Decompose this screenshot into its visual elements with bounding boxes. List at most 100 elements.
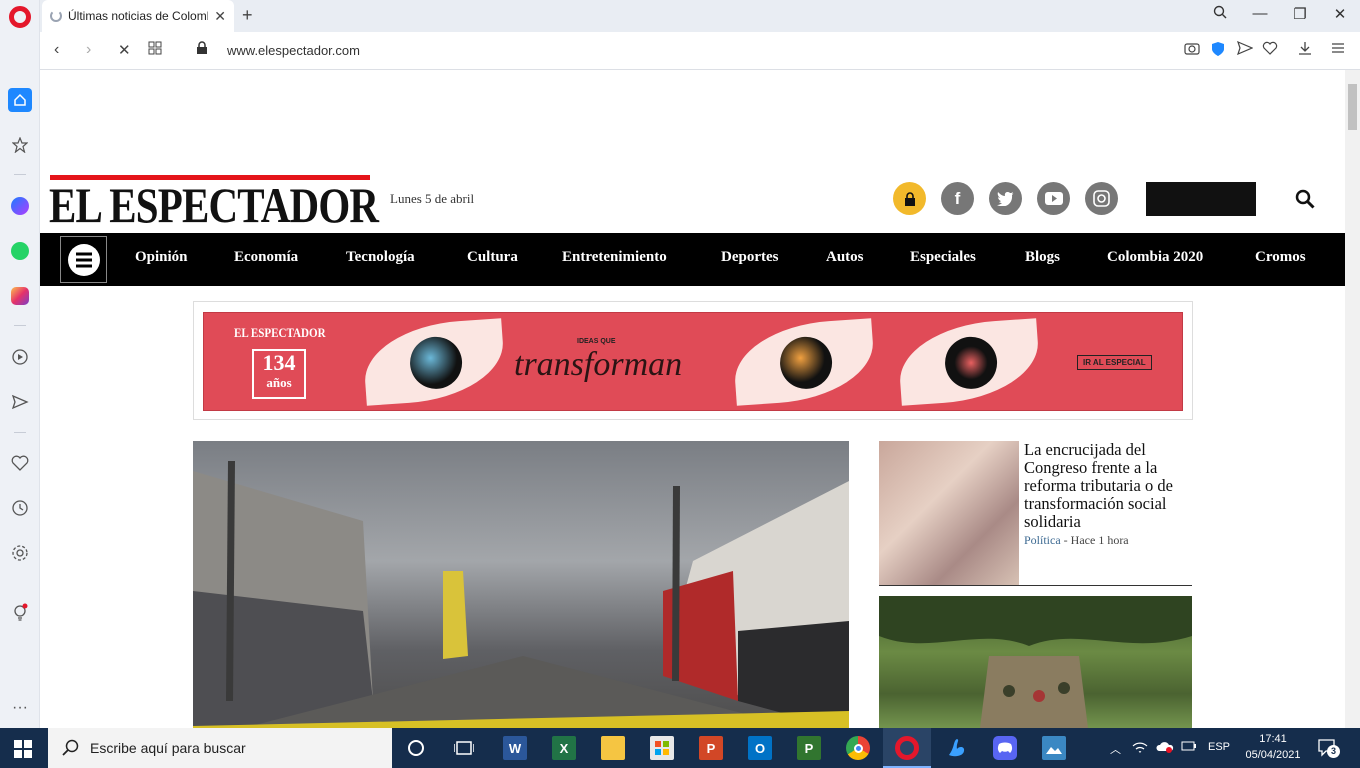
- tray-battery-icon[interactable]: [1181, 741, 1197, 754]
- whatsapp-icon[interactable]: [8, 239, 32, 263]
- more-icon[interactable]: ···: [8, 696, 32, 720]
- menu-item-cultura[interactable]: Cultura: [467, 249, 518, 266]
- login-button[interactable]: [1146, 182, 1256, 216]
- messenger-icon[interactable]: [8, 194, 32, 218]
- tray-chevron-icon[interactable]: ︿: [1110, 741, 1121, 757]
- url-field[interactable]: www.elespectador.com: [227, 43, 360, 58]
- hero-article-image[interactable]: [193, 441, 849, 728]
- notification-center-icon[interactable]: 3: [1318, 739, 1340, 762]
- maximize-button[interactable]: ❐: [1290, 5, 1310, 23]
- tab-search-icon[interactable]: [1210, 5, 1230, 23]
- project-icon[interactable]: P: [797, 736, 821, 760]
- history-icon[interactable]: [8, 496, 32, 520]
- loading-spinner-icon: [50, 10, 62, 22]
- download-icon[interactable]: [1298, 41, 1312, 59]
- twitter-icon[interactable]: [989, 182, 1022, 215]
- side-article-1-image[interactable]: [879, 441, 1019, 585]
- close-window-button[interactable]: ✕: [1330, 5, 1350, 23]
- settings-icon[interactable]: [8, 541, 32, 565]
- opera-logo-icon[interactable]: [9, 6, 31, 28]
- player-icon[interactable]: [8, 345, 32, 369]
- menu-item-entretenimiento[interactable]: Entretenimiento: [562, 249, 667, 266]
- notification-count: 3: [1327, 745, 1340, 758]
- youtube-icon[interactable]: [1037, 182, 1070, 215]
- home-icon[interactable]: [8, 88, 32, 112]
- microsoft-store-icon[interactable]: [650, 736, 674, 760]
- windows-start-icon[interactable]: [14, 740, 32, 763]
- ad-banner[interactable]: EL ESPECTADOR 134 años IDEAS QUE transfo…: [203, 312, 1183, 411]
- close-tab-button[interactable]: ✕: [214, 8, 226, 25]
- side-article-1[interactable]: La encrucijada del Congreso frente a la …: [879, 441, 1192, 586]
- swan-app-icon[interactable]: [944, 736, 968, 760]
- instagram-icon[interactable]: [1085, 182, 1118, 215]
- menu-item-especiales[interactable]: Especiales: [910, 249, 976, 266]
- menu-item-autos[interactable]: Autos: [826, 249, 864, 266]
- search-icon[interactable]: [1295, 189, 1315, 214]
- tray-onedrive-icon[interactable]: [1156, 741, 1174, 756]
- side-article-1-meta: Política - Hace 1 hora: [1024, 533, 1129, 548]
- send-flow-icon[interactable]: [1237, 40, 1254, 59]
- menu-item-tecnologia[interactable]: Tecnología: [346, 249, 415, 266]
- sidebar-separator: [14, 432, 26, 433]
- tray-language[interactable]: ESP: [1208, 741, 1230, 753]
- windows-taskbar: Escribe aquí para buscar W X P O P ︿ ESP…: [0, 728, 1360, 768]
- bookmarks-icon[interactable]: [8, 133, 32, 157]
- excel-icon[interactable]: X: [552, 736, 576, 760]
- tabs-grid-icon[interactable]: [148, 41, 162, 60]
- stop-loading-icon[interactable]: ✕: [118, 41, 131, 59]
- bookmark-heart-icon[interactable]: [1262, 41, 1278, 59]
- active-tab[interactable]: Últimas noticias de Colombia ✕: [42, 0, 234, 32]
- vpn-shield-icon[interactable]: [1211, 41, 1225, 61]
- banner-eye-illustration-3: [896, 318, 1042, 406]
- instagram-sidebar-icon[interactable]: [8, 284, 32, 308]
- new-tab-button[interactable]: +: [242, 5, 253, 26]
- sidebar-separator: [14, 325, 26, 326]
- taskbar-search-box[interactable]: Escribe aquí para buscar: [48, 728, 392, 768]
- minimize-button[interactable]: —: [1250, 5, 1270, 22]
- easy-setup-icon[interactable]: [1331, 41, 1345, 58]
- side-article-1-title[interactable]: La encrucijada del Congreso frente a la …: [1024, 441, 1189, 531]
- cortana-icon[interactable]: [404, 736, 428, 760]
- banner-cta-button[interactable]: IR AL ESPECIAL: [1077, 355, 1152, 370]
- menu-item-cromos[interactable]: Cromos: [1255, 249, 1306, 266]
- menu-item-opinion[interactable]: Opinión: [135, 249, 188, 266]
- side-article-1-time: - Hace 1 hora: [1063, 533, 1129, 547]
- menu-item-deportes[interactable]: Deportes: [721, 249, 778, 266]
- word-icon[interactable]: W: [503, 736, 527, 760]
- tray-network-icon[interactable]: [1132, 741, 1148, 758]
- outlook-icon[interactable]: O: [748, 736, 772, 760]
- ad-banner-frame: EL ESPECTADOR 134 años IDEAS QUE transfo…: [193, 301, 1193, 420]
- page-scrollbar[interactable]: [1345, 70, 1360, 728]
- page-viewport: EL ESPECTADOR Lunes 5 de abril f Opinión…: [40, 70, 1345, 728]
- menu-item-colombia-2020[interactable]: Colombia 2020: [1107, 249, 1203, 266]
- banner-headline: transforman: [514, 346, 683, 383]
- clock-date: 05/04/2021: [1245, 749, 1301, 761]
- task-view-icon[interactable]: [452, 736, 476, 760]
- menu-item-blogs[interactable]: Blogs: [1025, 249, 1060, 266]
- facebook-icon[interactable]: f: [941, 182, 974, 215]
- send-icon[interactable]: [8, 390, 32, 414]
- opera-taskbar-icon[interactable]: [895, 736, 919, 760]
- photos-icon[interactable]: [1042, 736, 1066, 760]
- banner-eye-illustration-1: [361, 318, 507, 406]
- lightbulb-icon[interactable]: [8, 601, 32, 625]
- forward-icon[interactable]: ›: [86, 41, 91, 59]
- current-date: Lunes 5 de abril: [390, 191, 475, 206]
- discord-icon[interactable]: [993, 736, 1017, 760]
- file-explorer-icon[interactable]: [601, 736, 625, 760]
- lock-icon[interactable]: [893, 182, 926, 215]
- taskbar-search-placeholder: Escribe aquí para buscar: [90, 740, 246, 756]
- menu-item-economia[interactable]: Economía: [234, 249, 298, 266]
- snapshot-icon[interactable]: [1184, 41, 1200, 59]
- chrome-icon[interactable]: [846, 736, 870, 760]
- taskbar-clock[interactable]: 17:41 05/04/2021: [1238, 731, 1308, 763]
- site-logo[interactable]: EL ESPECTADOR: [49, 176, 379, 234]
- padlock-icon[interactable]: [196, 41, 208, 60]
- hamburger-menu-button[interactable]: [60, 236, 107, 283]
- side-article-2-image[interactable]: [879, 596, 1192, 728]
- side-article-1-section[interactable]: Política: [1024, 533, 1061, 547]
- back-icon[interactable]: ‹: [54, 41, 59, 59]
- scrollbar-thumb[interactable]: [1348, 84, 1357, 130]
- heart-icon[interactable]: [8, 451, 32, 475]
- powerpoint-icon[interactable]: P: [699, 736, 723, 760]
